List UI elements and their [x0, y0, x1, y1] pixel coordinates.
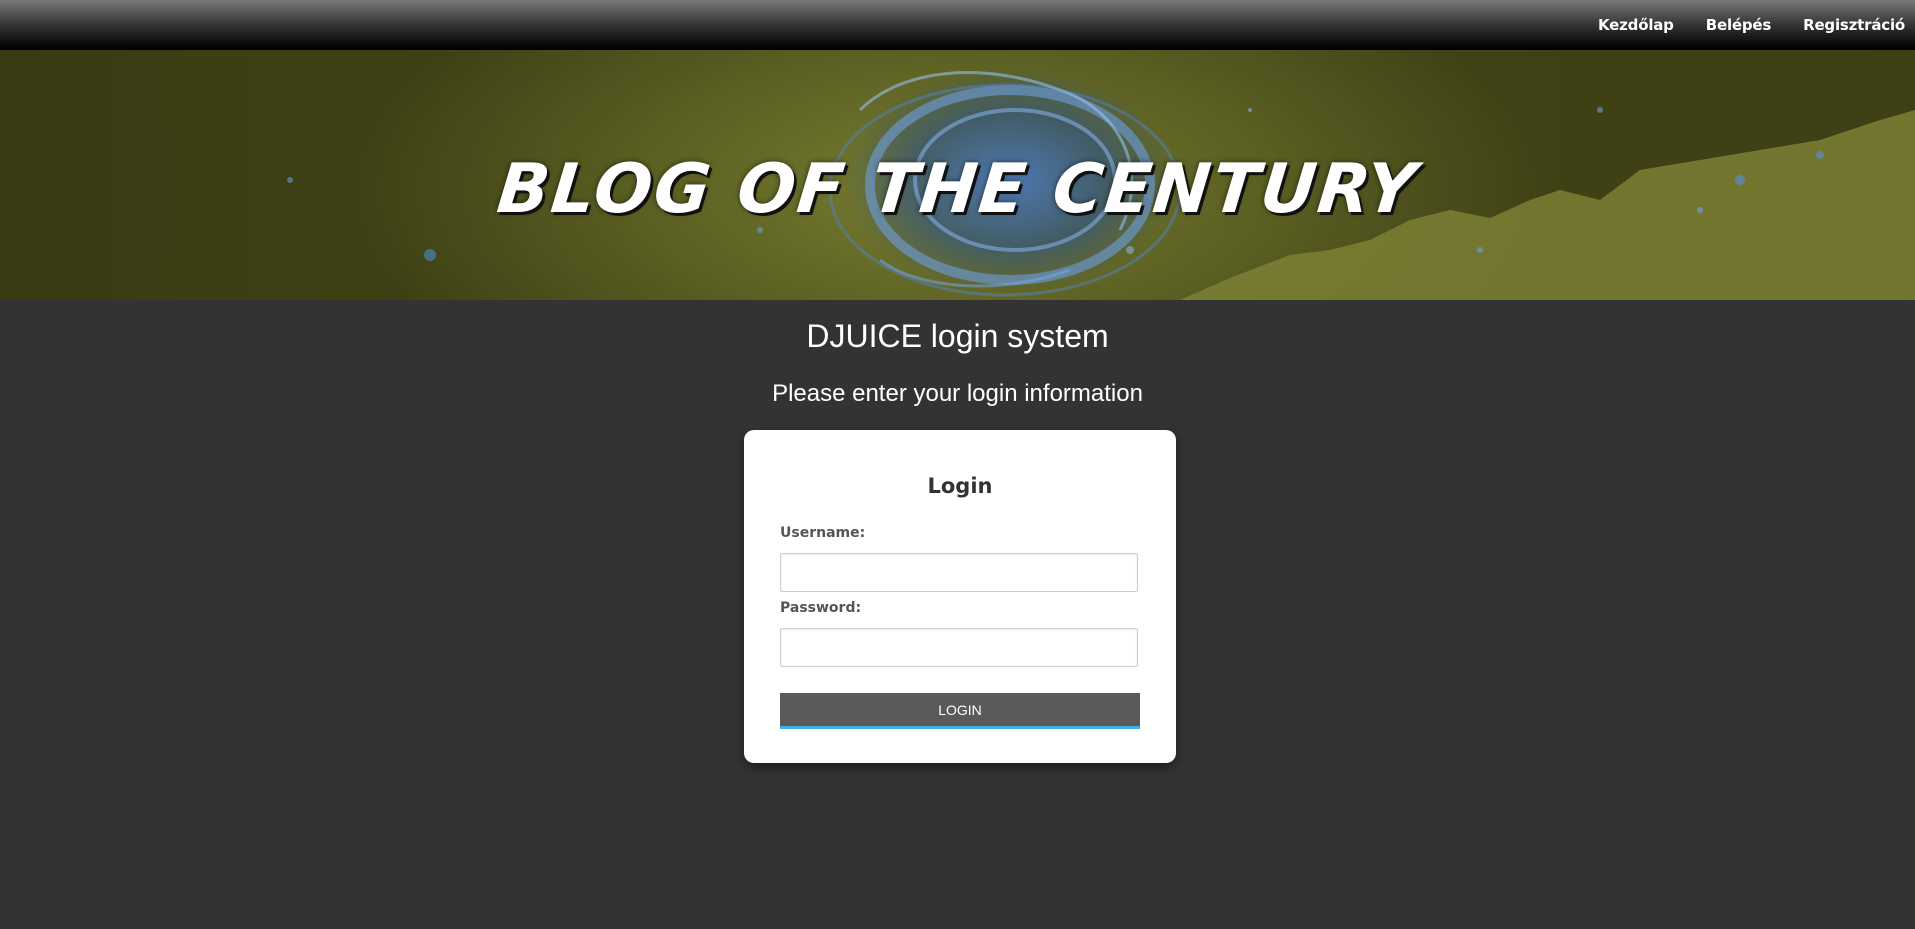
banner-title: BLOG OF THE CENTURY — [493, 150, 1422, 229]
password-label: Password: — [780, 600, 862, 616]
main-nav: Kezdőlap Belépés Regisztráció — [1598, 0, 1905, 50]
username-label: Username: — [780, 525, 866, 541]
username-input[interactable] — [780, 553, 1138, 592]
nav-link-home[interactable]: Kezdőlap — [1598, 16, 1674, 34]
header-banner: BLOG OF THE CENTURY — [0, 50, 1915, 300]
login-button[interactable]: LOGIN — [780, 693, 1140, 729]
nav-link-register[interactable]: Regisztráció — [1803, 16, 1905, 34]
nav-link-login[interactable]: Belépés — [1706, 16, 1772, 34]
top-navbar: Kezdőlap Belépés Regisztráció — [0, 0, 1915, 50]
page-title: DJUICE login system — [806, 318, 1109, 354]
login-card: Login Username: Password: LOGIN — [744, 430, 1176, 763]
password-input[interactable] — [780, 628, 1138, 667]
page-subtitle: Please enter your login information — [772, 380, 1143, 407]
login-heading: Login — [927, 474, 993, 498]
